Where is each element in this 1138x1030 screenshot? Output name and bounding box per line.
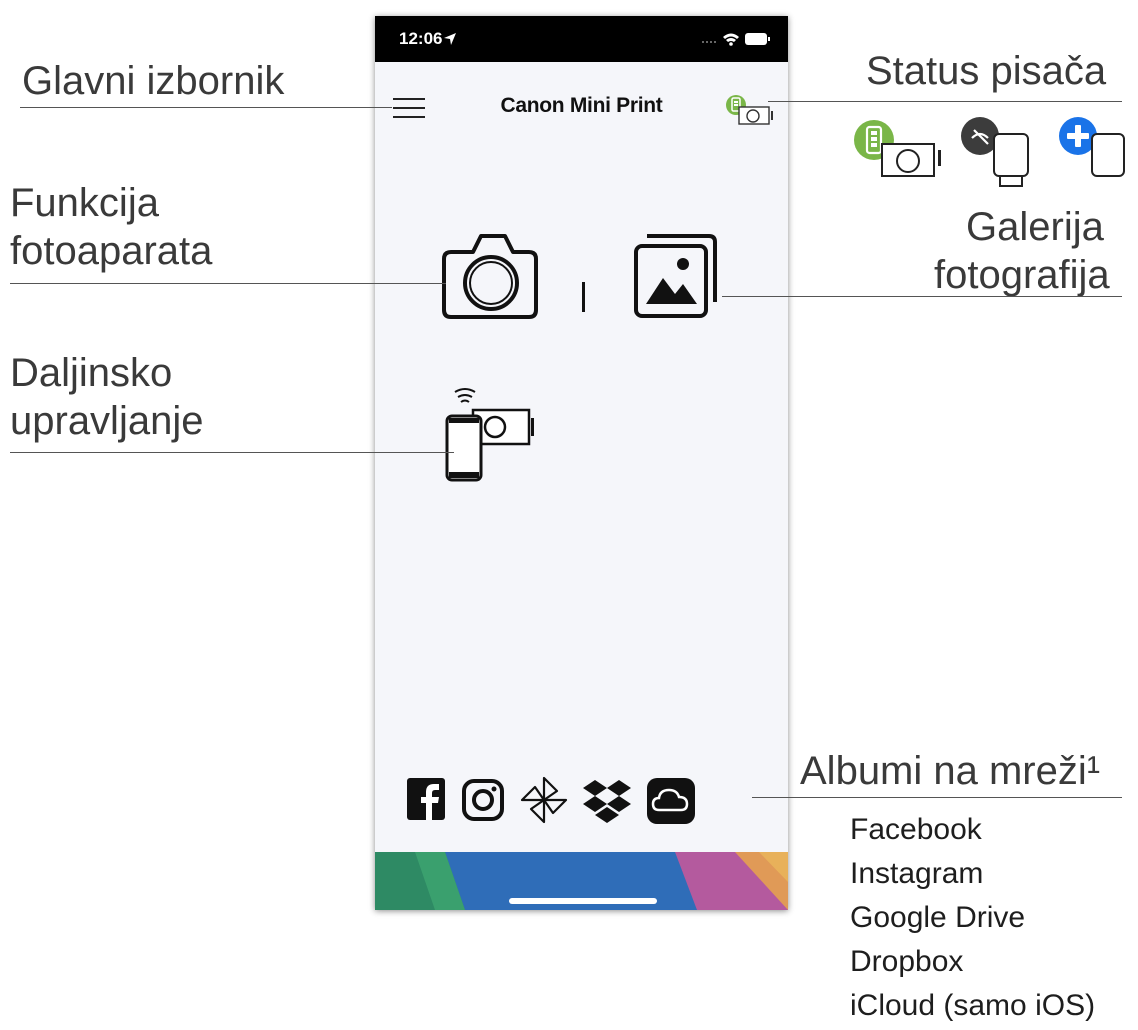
list-item-facebook: Facebook (850, 813, 982, 846)
callout-line-camera-function (10, 283, 446, 284)
callout-camera-function-line2: fotoaparata (10, 229, 213, 273)
icloud-icon[interactable] (645, 776, 697, 826)
callout-remote-line1: Daljinsko (10, 351, 173, 395)
list-item-dropbox: Dropbox (850, 945, 964, 978)
callout-line-main-menu (20, 107, 392, 108)
printer-battery-status-icon[interactable] (725, 94, 775, 126)
callout-line-printer-status (768, 101, 1122, 102)
online-albums-list: Facebook Instagram Google Drive Dropbox … (850, 808, 1095, 1028)
google-drive-icon[interactable] (519, 774, 569, 826)
callout-remote-line2: upravljanje (10, 399, 204, 443)
callout-online-albums: Albumi na mreži¹ (800, 749, 1101, 793)
printer-disconnected-icon (961, 117, 1029, 187)
callout-camera-function-line1: Funkcija (10, 181, 159, 225)
callout-line-remote (10, 452, 454, 453)
callout-main-menu: Glavni izbornik (22, 59, 285, 103)
status-time: 12:06 (399, 29, 443, 48)
signal-wifi-battery-icon (702, 33, 770, 46)
home-indicator[interactable] (509, 898, 657, 904)
phone-screen: 12:06 Canon Mini Print (375, 16, 788, 910)
add-printer-icon (1059, 117, 1125, 177)
callout-line-online-albums (752, 797, 1122, 798)
camera-icon[interactable] (441, 228, 541, 320)
list-item-instagram: Instagram (850, 857, 984, 890)
callout-photo-gallery-line1: Galerija (966, 205, 1104, 249)
divider (582, 282, 585, 312)
facebook-icon[interactable] (405, 774, 447, 824)
callout-photo-gallery-line2: fotografija (934, 253, 1110, 297)
list-item-icloud: iCloud (samo iOS) (850, 989, 1096, 1022)
callout-printer-status: Status pisača (866, 49, 1107, 93)
remote-camera-icon[interactable] (443, 386, 539, 484)
status-bar: 12:06 (375, 16, 788, 62)
callout-line-photo-gallery (722, 296, 1122, 297)
printer-connected-battery-icon (854, 120, 941, 177)
location-arrow-icon (444, 33, 456, 45)
dropbox-icon[interactable] (581, 778, 633, 824)
photo-gallery-icon[interactable] (631, 232, 721, 320)
list-item-google-drive: Google Drive (850, 901, 1026, 934)
instagram-icon[interactable] (461, 778, 505, 822)
